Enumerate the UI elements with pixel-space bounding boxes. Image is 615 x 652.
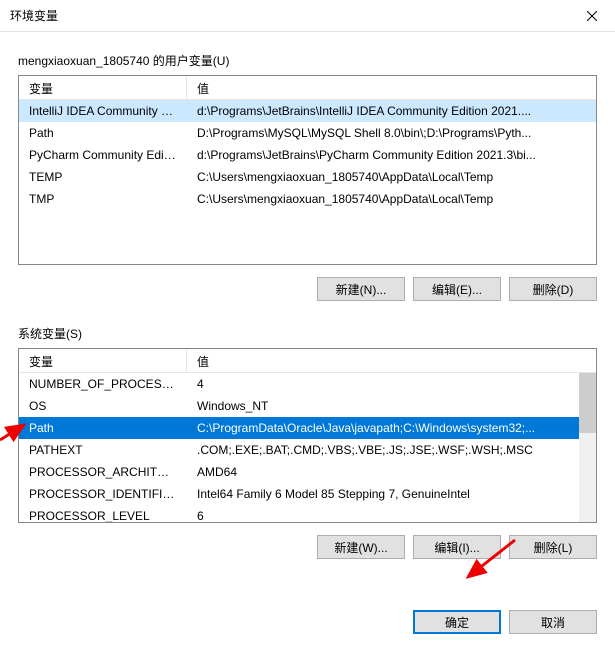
table-row[interactable]: TEMPC:\Users\mengxiaoxuan_1805740\AppDat… [19, 166, 596, 188]
system-edit-button[interactable]: 编辑(I)... [413, 535, 501, 559]
table-row[interactable]: PROCESSOR_IDENTIFIERIntel64 Family 6 Mod… [19, 483, 596, 505]
user-vars-table[interactable]: 变量 值 IntelliJ IDEA Community E...d:\Prog… [18, 75, 597, 265]
system-vars-table[interactable]: 变量 值 NUMBER_OF_PROCESSORS4 OSWindows_NT … [18, 348, 597, 523]
table-header: 变量 值 [19, 76, 596, 100]
table-row[interactable]: PATHEXT.COM;.EXE;.BAT;.CMD;.VBS;.VBE;.JS… [19, 439, 596, 461]
user-edit-button[interactable]: 编辑(E)... [413, 277, 501, 301]
col-variable[interactable]: 变量 [19, 349, 187, 372]
table-row[interactable]: PathC:\ProgramData\Oracle\Java\javapath;… [19, 417, 596, 439]
scroll-thumb[interactable] [579, 373, 596, 433]
table-row[interactable]: OSWindows_NT [19, 395, 596, 417]
table-row[interactable]: NUMBER_OF_PROCESSORS4 [19, 373, 596, 395]
env-variables-dialog: 环境变量 mengxiaoxuan_1805740 的用户变量(U) 变量 值 … [0, 0, 615, 652]
dialog-title: 环境变量 [10, 7, 569, 24]
col-value[interactable]: 值 [187, 349, 596, 372]
cancel-button[interactable]: 取消 [509, 610, 597, 634]
table-row[interactable]: IntelliJ IDEA Community E...d:\Programs\… [19, 100, 596, 122]
user-delete-button[interactable]: 删除(D) [509, 277, 597, 301]
system-delete-button[interactable]: 删除(L) [509, 535, 597, 559]
col-value[interactable]: 值 [187, 76, 596, 99]
close-button[interactable] [569, 0, 615, 32]
table-row[interactable]: PathD:\Programs\MySQL\MySQL Shell 8.0\bi… [19, 122, 596, 144]
table-row[interactable]: PyCharm Community Editi...d:\Programs\Je… [19, 144, 596, 166]
user-new-button[interactable]: 新建(N)... [317, 277, 405, 301]
table-row[interactable]: PROCESSOR_ARCHITECT...AMD64 [19, 461, 596, 483]
table-header: 变量 值 [19, 349, 596, 373]
table-row[interactable]: TMPC:\Users\mengxiaoxuan_1805740\AppData… [19, 188, 596, 210]
col-variable[interactable]: 变量 [19, 76, 187, 99]
ok-button[interactable]: 确定 [413, 610, 501, 634]
scrollbar[interactable] [579, 373, 596, 522]
system-vars-label: 系统变量(S) [18, 325, 597, 342]
table-row[interactable]: PROCESSOR_LEVEL6 [19, 505, 596, 522]
user-vars-label: mengxiaoxuan_1805740 的用户变量(U) [18, 52, 597, 69]
titlebar: 环境变量 [0, 0, 615, 32]
system-new-button[interactable]: 新建(W)... [317, 535, 405, 559]
close-icon [587, 11, 597, 21]
